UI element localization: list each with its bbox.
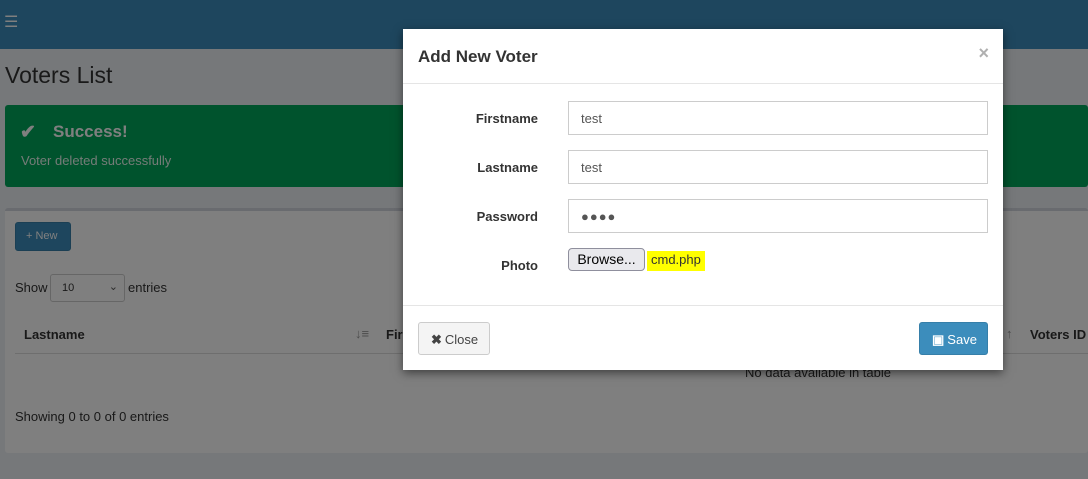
selected-file-name: cmd.php bbox=[647, 251, 705, 271]
close-button[interactable]: ✖ Close bbox=[418, 322, 490, 355]
close-button-label: Close bbox=[444, 332, 479, 347]
close-icon[interactable]: × bbox=[978, 43, 989, 64]
save-button-label: Save bbox=[947, 332, 977, 347]
lastname-field[interactable]: test bbox=[568, 150, 988, 184]
photo-label: Photo bbox=[501, 258, 538, 273]
firstname-field[interactable]: test bbox=[568, 101, 988, 135]
save-button[interactable]: ▣ Save bbox=[919, 322, 988, 355]
browse-button[interactable]: Browse... bbox=[568, 248, 645, 271]
add-voter-modal: Add New Voter × Firstname test Lastname … bbox=[403, 29, 1003, 370]
password-field[interactable]: ●●●● bbox=[568, 199, 988, 233]
close-icon: ✖ bbox=[431, 332, 442, 347]
modal-footer: ✖ Close ▣ Save bbox=[403, 305, 1003, 371]
firstname-label: Firstname bbox=[475, 111, 538, 126]
lastname-label: Lastname bbox=[477, 160, 538, 175]
modal-header: Add New Voter × bbox=[403, 29, 1003, 84]
floppy-disk-icon: ▣ bbox=[932, 332, 945, 347]
modal-title: Add New Voter bbox=[418, 47, 538, 66]
password-label: Password bbox=[476, 209, 538, 224]
